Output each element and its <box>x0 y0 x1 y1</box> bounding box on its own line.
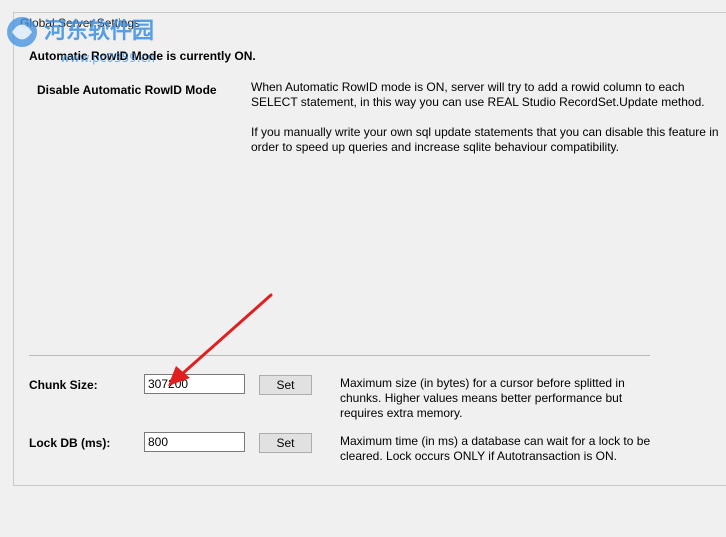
arrow-annotation <box>168 293 273 386</box>
